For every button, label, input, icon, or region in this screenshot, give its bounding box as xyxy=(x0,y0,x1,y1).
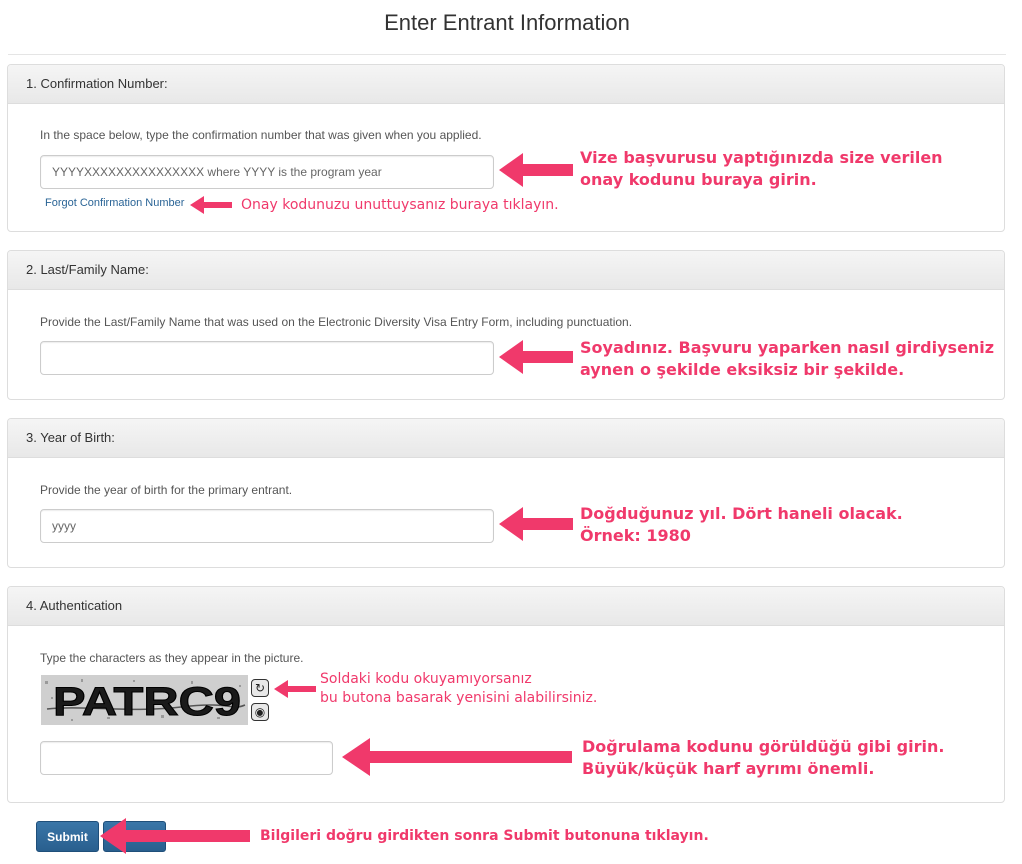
annotation-submit: Bilgileri doğru girdikten sonra Submit b… xyxy=(260,825,709,847)
annotation-captcha: Soldaki kodu okuyamıyorsanız bu butona b… xyxy=(320,670,597,708)
last-name-instruction: Provide the Last/Family Name that was us… xyxy=(40,315,633,329)
submit-button[interactable]: Submit xyxy=(36,821,99,852)
annotation-line: Soyadınız. Başvuru yaparken nasıl girdiy… xyxy=(580,338,995,357)
birth-year-instruction: Provide the year of birth for the primar… xyxy=(40,483,293,497)
authentication-instruction: Type the characters as they appear in th… xyxy=(40,651,304,665)
annotation-line: Doğrulama kodunu görüldüğü gibi girin. xyxy=(582,737,945,756)
annotation-line: Vize başvurusu yaptığınızda size verilen xyxy=(580,148,943,167)
annotation-confirmation: Vize başvurusu yaptığınızda size verilen… xyxy=(580,147,943,191)
page-title: Enter Entrant Information xyxy=(384,10,630,35)
annotation-line: bu butona basarak yenisini alabilirsiniz… xyxy=(320,690,598,706)
captcha-refresh-button[interactable]: ↻ xyxy=(251,679,269,697)
annotation-line: onay kodunu buraya girin. xyxy=(580,170,817,189)
annotation-birth-year: Doğduğunuz yıl. Dört haneli olacak. Örne… xyxy=(580,503,903,547)
annotation-line: Soldaki kodu okuyamıyorsanız xyxy=(320,671,532,687)
birth-year-input[interactable] xyxy=(40,509,494,543)
left-arrow-icon xyxy=(274,680,316,698)
annotation-line: Onay kodunuzu unuttuysanız buraya tıklay… xyxy=(241,197,559,213)
last-name-input[interactable] xyxy=(40,341,494,375)
birth-year-heading: 3. Year of Birth: xyxy=(8,419,1004,458)
confirmation-heading: 1. Confirmation Number: xyxy=(8,65,1004,104)
left-arrow-icon xyxy=(190,196,232,214)
annotation-line: Doğduğunuz yıl. Dört haneli olacak. xyxy=(580,504,903,523)
last-name-heading: 2. Last/Family Name: xyxy=(8,251,1004,290)
annotation-line: aynen o şekilde eksiksiz bir şekilde. xyxy=(580,360,905,379)
annotation-forgot: Onay kodunuzu unuttuysanız buraya tıklay… xyxy=(241,196,559,215)
captcha-image: PATRC9 xyxy=(41,675,248,725)
left-arrow-icon xyxy=(100,818,250,854)
annotation-line: Örnek: 1980 xyxy=(580,526,691,545)
left-arrow-icon xyxy=(499,340,573,374)
annotation-lastname: Soyadınız. Başvuru yaparken nasıl girdiy… xyxy=(580,337,994,381)
title-divider xyxy=(8,54,1006,55)
annotation-authentication: Doğrulama kodunu görüldüğü gibi girin. B… xyxy=(582,736,944,780)
left-arrow-icon xyxy=(499,153,573,187)
annotation-line: Bilgileri doğru girdikten sonra Submit b… xyxy=(260,828,709,844)
captcha-input[interactable] xyxy=(40,741,333,775)
left-arrow-icon xyxy=(499,507,573,541)
annotation-line: Büyük/küçük harf ayrımı önemli. xyxy=(582,759,875,778)
confirmation-number-input[interactable] xyxy=(40,155,494,189)
captcha-audio-button[interactable]: ◉ xyxy=(251,703,269,721)
left-arrow-icon xyxy=(342,738,572,776)
confirmation-instruction: In the space below, type the confirmatio… xyxy=(40,128,482,142)
refresh-icon: ↻ xyxy=(254,681,266,695)
forgot-confirmation-link[interactable]: Forgot Confirmation Number xyxy=(45,197,184,209)
captcha-text: PATRC9 xyxy=(53,680,241,724)
authentication-heading: 4. Authentication xyxy=(8,587,1004,626)
audio-icon: ◉ xyxy=(254,705,266,719)
